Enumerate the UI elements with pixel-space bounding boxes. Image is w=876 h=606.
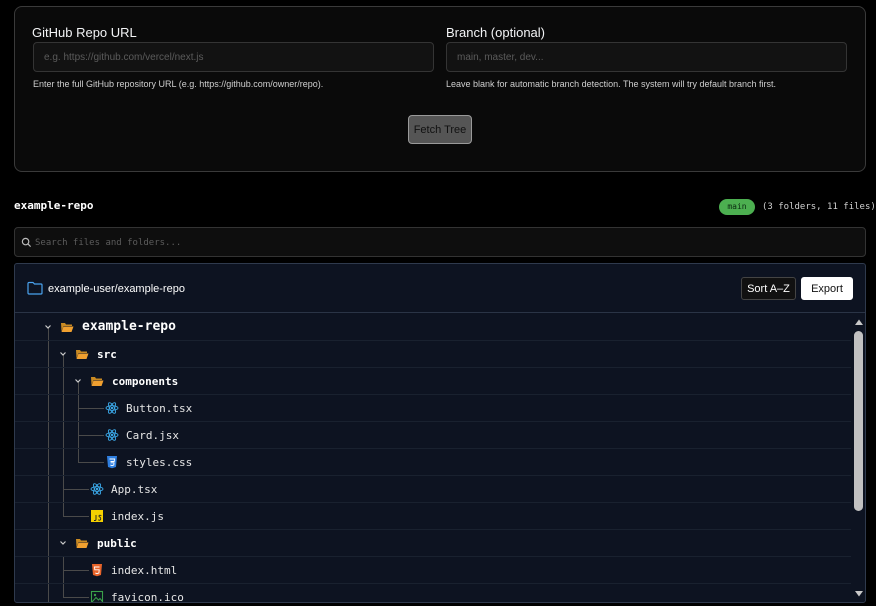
search-input[interactable] xyxy=(35,232,855,254)
branch-input[interactable] xyxy=(446,42,847,72)
scroll-down-arrow-icon[interactable] xyxy=(854,590,864,598)
chevron-down-icon[interactable] xyxy=(74,377,82,385)
tree-item-name: index.js xyxy=(111,510,164,523)
tree-file-row[interactable]: Card.jsx xyxy=(15,422,851,449)
folder-open-icon xyxy=(76,350,89,359)
branch-badge: main xyxy=(719,199,755,215)
tree-file-row[interactable]: styles.css xyxy=(15,449,851,476)
tree-file-row[interactable]: App.tsx xyxy=(15,476,851,503)
tree-item-name: favicon.ico xyxy=(111,591,184,603)
tree-panel: example-user/example-repo Sort A–Z Expor… xyxy=(14,263,866,603)
repo-name: example-repo xyxy=(14,199,94,212)
folder-open-icon xyxy=(91,377,104,386)
folder-icon xyxy=(27,281,43,295)
fetch-tree-button[interactable]: Fetch Tree xyxy=(408,115,472,144)
react-icon xyxy=(90,483,104,495)
tree-item-name: styles.css xyxy=(126,456,193,469)
tree-item-name: example-repo xyxy=(82,319,176,334)
tree-item-name: src xyxy=(97,348,117,361)
html-icon xyxy=(92,564,102,577)
repo-form: GitHub Repo URL Enter the full GitHub re… xyxy=(14,6,866,172)
branch-help: Leave blank for automatic branch detecti… xyxy=(446,79,776,89)
tree-file-row[interactable]: index.js xyxy=(15,503,851,530)
search-icon xyxy=(21,237,32,248)
image-icon xyxy=(90,590,104,602)
sort-button[interactable]: Sort A–Z xyxy=(741,277,796,300)
tree-scrollbar[interactable] xyxy=(851,314,865,602)
tree-file-row[interactable]: Button.tsx xyxy=(15,395,851,422)
tree-file-row[interactable]: index.html xyxy=(15,557,851,584)
tree-folder-row[interactable]: components xyxy=(15,368,851,395)
repo-url-input[interactable] xyxy=(33,42,434,72)
tree-counts: (3 folders, 11 files) xyxy=(762,202,876,212)
tree-header: example-user/example-repo Sort A–Z Expor… xyxy=(15,264,865,313)
scrollbar-thumb[interactable] xyxy=(854,331,863,511)
css-icon xyxy=(107,456,117,469)
tree-folder-row[interactable]: example-repo xyxy=(15,314,851,341)
folder-open-icon xyxy=(76,539,89,548)
file-tree: example-repo src components Button.tsx C… xyxy=(15,314,851,603)
search-box xyxy=(14,227,866,257)
branch-label: Branch (optional) xyxy=(446,25,545,40)
tree-item-name: public xyxy=(97,537,137,550)
tree-item-name: index.html xyxy=(111,564,178,577)
tree-item-name: components xyxy=(112,375,179,388)
tree-header-title: example-user/example-repo xyxy=(48,283,185,295)
js-icon xyxy=(91,510,103,522)
tree-item-name: Button.tsx xyxy=(126,402,193,415)
react-icon xyxy=(105,402,119,414)
chevron-down-icon[interactable] xyxy=(59,539,67,547)
repo-url-help: Enter the full GitHub repository URL (e.… xyxy=(33,79,324,89)
folder-open-icon xyxy=(61,323,74,332)
chevron-down-icon[interactable] xyxy=(44,323,52,331)
scroll-up-arrow-icon[interactable] xyxy=(854,318,864,326)
repo-url-label: GitHub Repo URL xyxy=(32,25,137,40)
export-button[interactable]: Export xyxy=(801,277,853,300)
tree-item-name: Card.jsx xyxy=(126,429,179,442)
chevron-down-icon[interactable] xyxy=(59,350,67,358)
react-icon xyxy=(105,429,119,441)
tree-item-name: App.tsx xyxy=(111,483,158,496)
tree-folder-row[interactable]: public xyxy=(15,530,851,557)
tree-file-row[interactable]: favicon.ico xyxy=(15,584,851,603)
tree-folder-row[interactable]: src xyxy=(15,341,851,368)
